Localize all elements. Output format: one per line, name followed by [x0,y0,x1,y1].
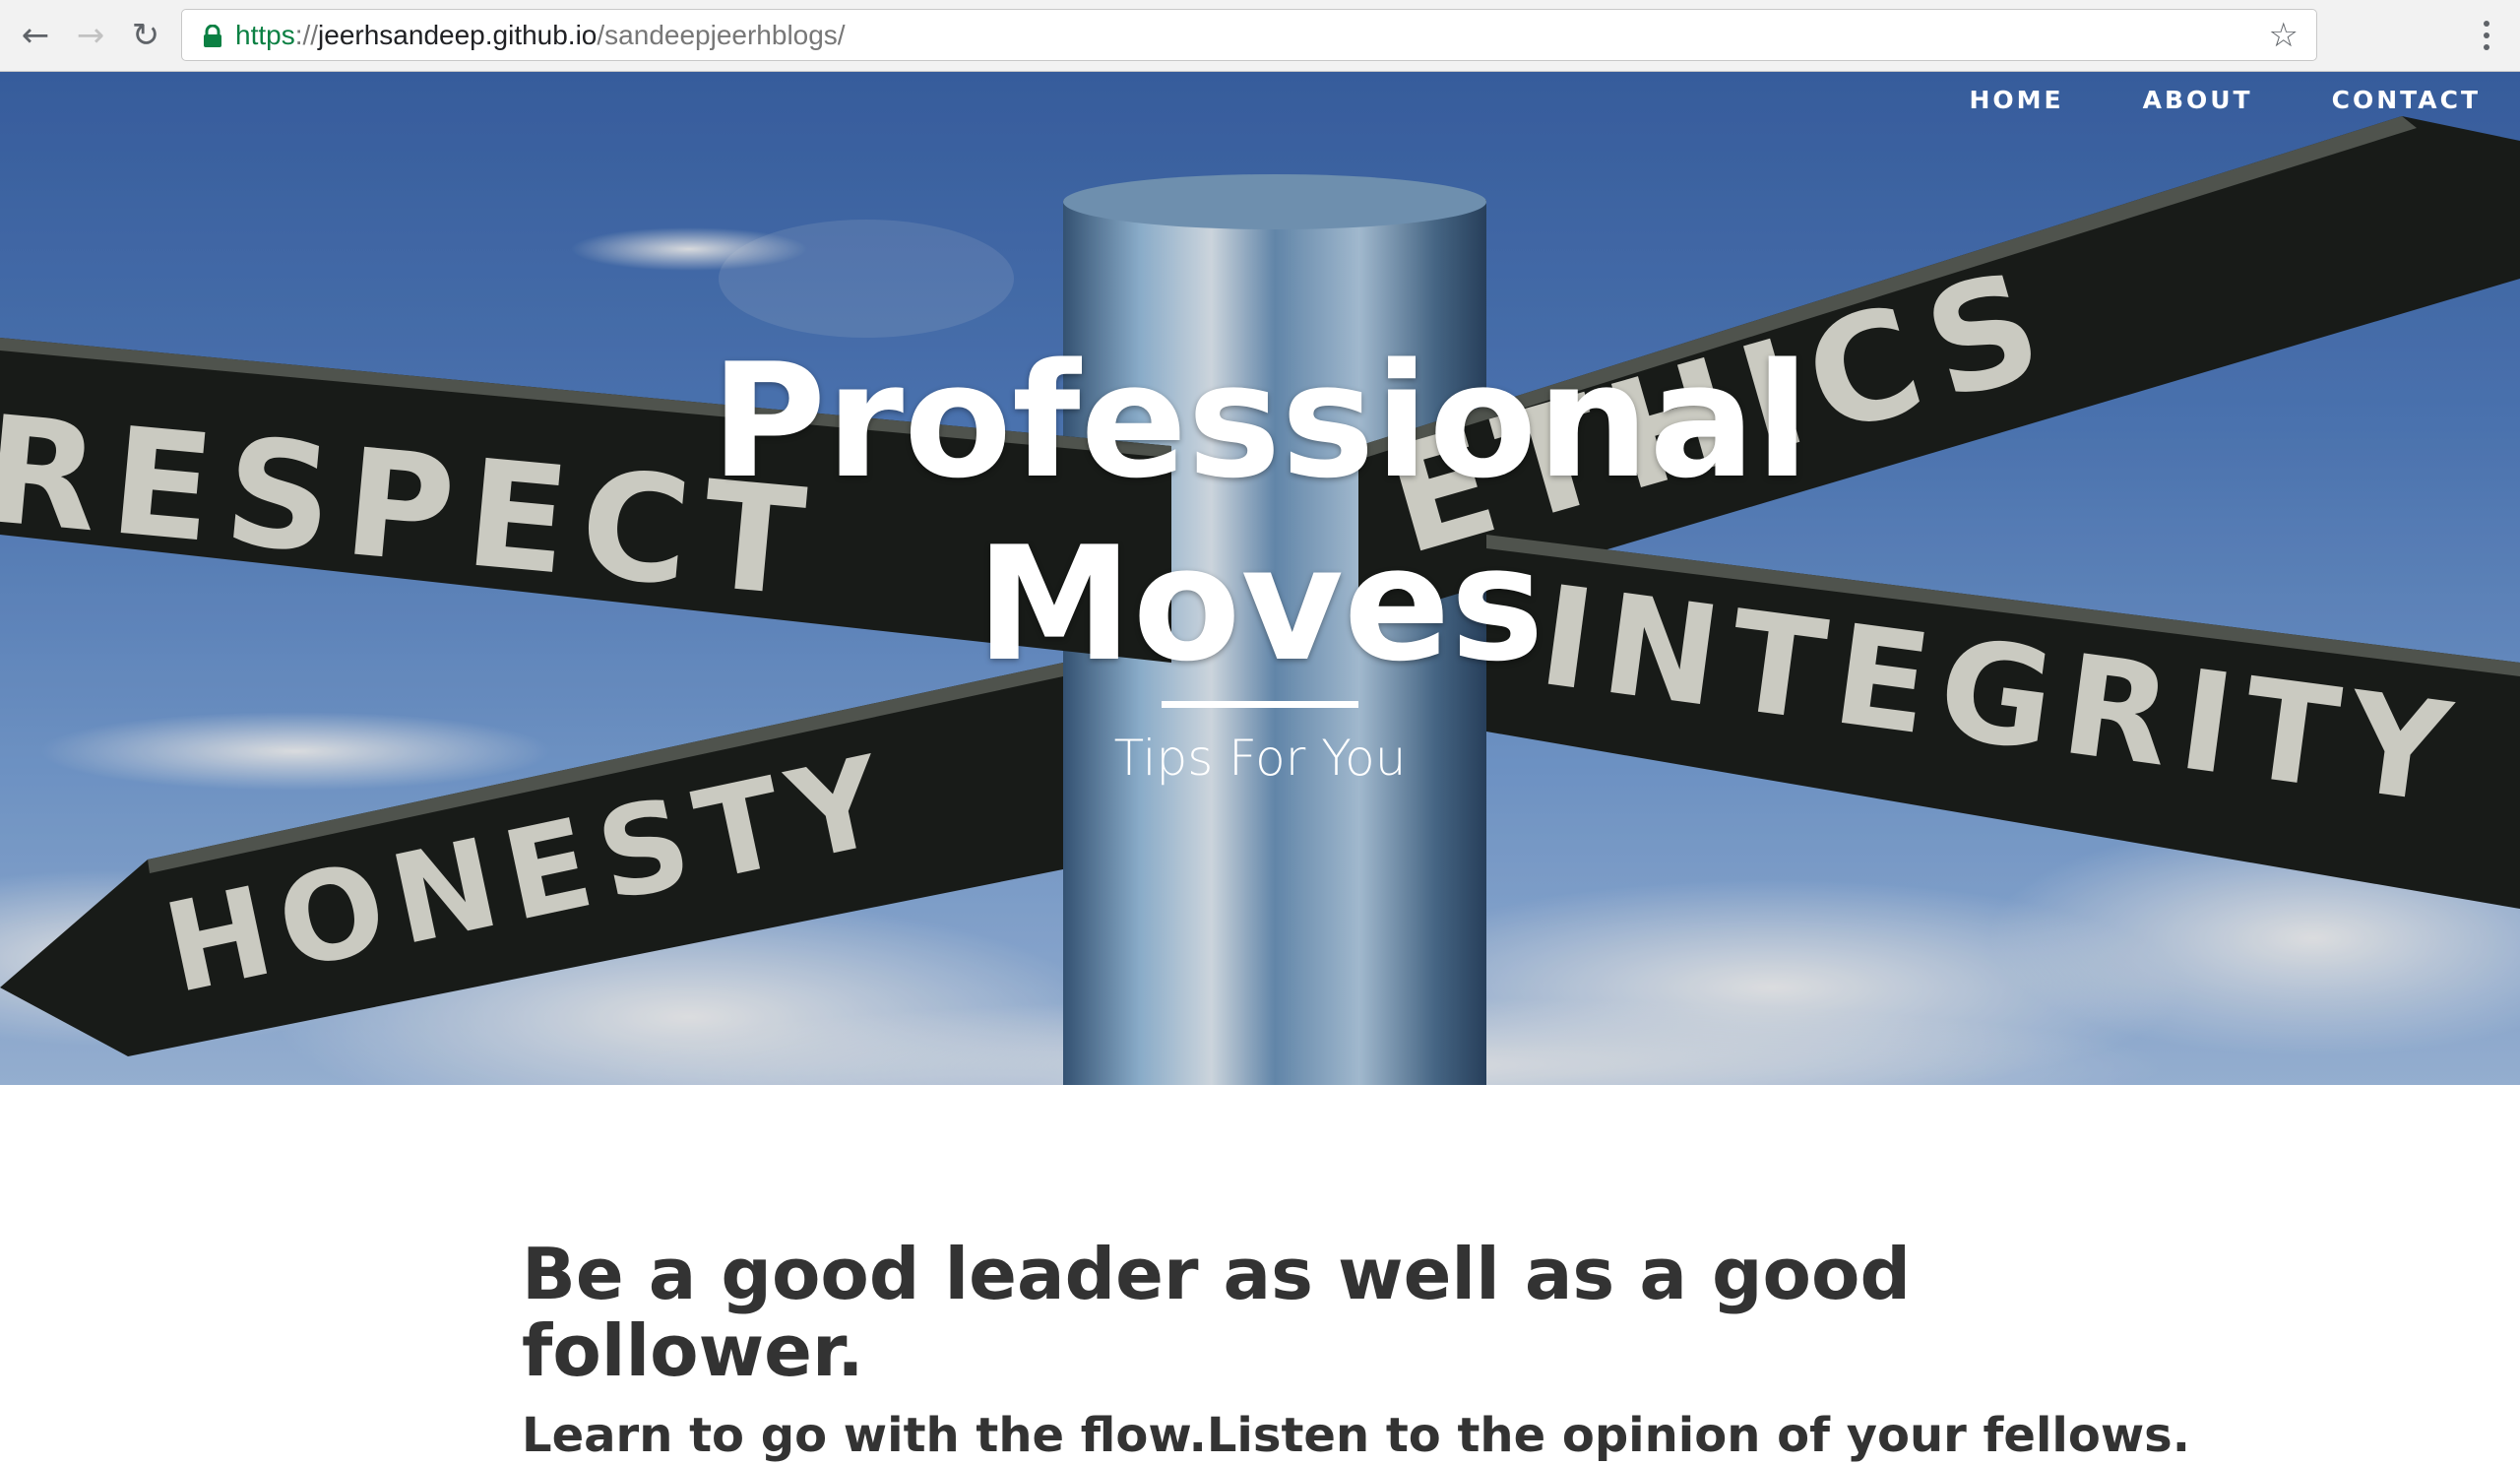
site-title: Professional Moves [0,330,2520,696]
reload-icon[interactable]: ↻ [124,14,167,57]
post-title-link[interactable]: Be a good leader as well as a good follo… [522,1236,1998,1389]
main-nav: HOME ABOUT CONTACT [1969,86,2481,114]
url-host: jeerhsandeep.github.io [318,20,598,50]
bookmark-star-icon[interactable]: ☆ [2269,16,2299,55]
url-path: /sandeepjeerhblogs/ [597,20,846,50]
url-text: https://jeerhsandeep.github.io/sandeepje… [235,19,846,52]
site-subtitle: Tips For You [1113,730,1407,787]
forward-arrow-icon[interactable]: → [69,14,112,57]
browser-toolbar: ← → ↻ https://jeerhsandeep.github.io/san… [0,0,2520,72]
hero-header: RESPECT ETHICS INTEGRITY HONESTY HOME AB… [0,72,2520,1085]
lock-icon [204,25,221,47]
url-scheme: https [235,20,295,50]
post-subtitle: Learn to go with the flow.Listen to the … [522,1408,2190,1463]
back-arrow-icon[interactable]: ← [14,14,57,57]
address-bar[interactable]: https://jeerhsandeep.github.io/sandeepje… [181,9,2317,61]
nav-link-home[interactable]: HOME [1969,86,2063,114]
nav-link-contact[interactable]: CONTACT [2332,86,2481,114]
title-divider [1162,701,1358,708]
url-separator: :// [294,20,319,50]
site-title-line2: Moves [976,512,1544,696]
site-title-line1: Professional [710,329,1810,513]
browser-menu-icon[interactable] [2465,14,2508,57]
nav-link-about[interactable]: ABOUT [2143,86,2253,114]
